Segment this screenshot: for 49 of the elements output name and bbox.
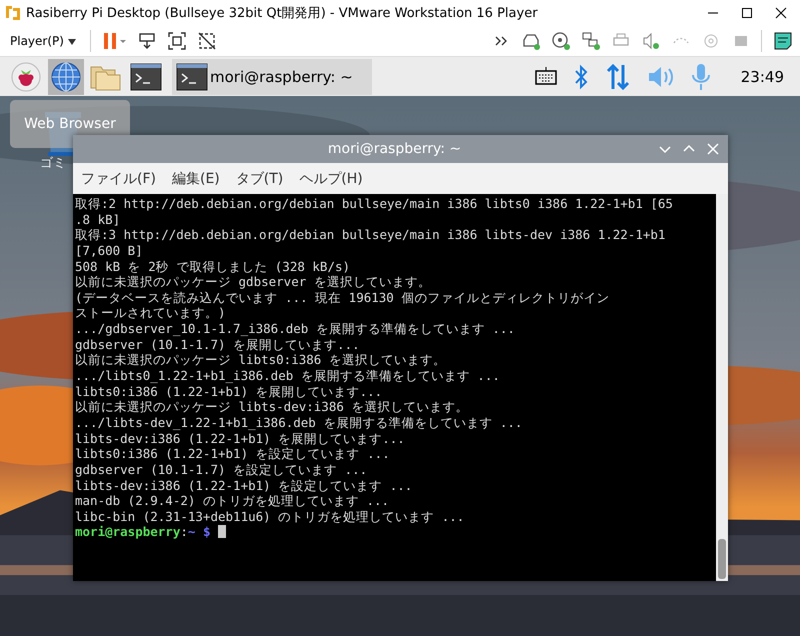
taskbar-window-button[interactable]: mori@raspberry: ~ [172,58,372,94]
clock[interactable]: 23:49 [740,68,784,86]
terminal-line: man-db (2.9.4-2) のトリガを処理しています ... [75,493,390,509]
notes-icon[interactable] [772,30,794,52]
terminal-title: mori@raspberry: ~ [328,141,462,157]
terminal-line: gdbserver (10.1-1.7) を設定しています ... [75,462,368,478]
globe-icon[interactable] [48,58,84,94]
terminal-line: [7,600 B] [75,242,144,259]
terminal-line: .../gdbserver_10.1-1.7_i386.deb を展開する準備をしています ... [75,321,516,337]
network-adapter-icon[interactable] [581,31,601,51]
send-keys-icon[interactable] [136,31,157,51]
scrollbar[interactable] [716,194,728,581]
terminal-line: 取得:3 http://deb.debian.org/debian bullseye/main i386 libts-dev i386 1.22-1+b1 [75,227,666,243]
bluetooth-icon[interactable] [572,64,589,90]
player-menu[interactable]: Player(P) [6,32,80,50]
terminal-icon [176,62,208,90]
vmware-logo-icon [4,4,22,22]
caret-icon [68,39,76,45]
fullscreen-icon[interactable] [166,31,187,51]
speaker-icon[interactable] [641,31,661,51]
terminal-line: 取得:2 http://deb.debian.org/debian bullseye/main i386 libts0 i386 1.22-1+b1 [65 [75,196,674,212]
network-arrows-icon[interactable] [604,62,631,90]
terminal-line: .../libts-dev_1.22-1+b1_i386.deb を展開する準備をしています ... [75,414,524,431]
menu-item[interactable]: 編集(E) [172,170,220,188]
menu-item[interactable]: タブ(T) [236,170,284,188]
window-title: Rasiberry Pi Desktop (Bullseye 32bit Qt開発用) - VMware Workstation 16 Player [26,5,538,22]
cd-drive-icon[interactable] [551,31,571,51]
terminal-line: 以前に未選択のパッケージ libts0:i386 を選択しています。 [75,352,447,368]
menu-item[interactable]: ヘルプ(H) [299,170,363,188]
close-icon[interactable] [774,6,788,20]
terminal-line: 以前に未選択のパッケージ libts-dev:i386 を選択しています。 [75,399,470,415]
menu-item[interactable]: ファイル(F) [81,170,156,188]
terminal-line: libts-dev:i386 (1.22-1+b1) を展開しています... [75,430,406,446]
unity-icon[interactable] [196,31,217,51]
terminal-line: 508 kB を 2秒 で取得しました (328 kB/s) [75,258,352,274]
terminal-line: 以前に未選択のパッケージ gdbserver を選択しています。 [75,274,432,290]
keyboard-icon[interactable] [534,66,557,86]
terminal-line: .../libts0_1.22-1+b1_i386.deb を展開する準備をしています ... [75,368,501,384]
icon-label: ゴミ [40,155,66,172]
terminal-line: libc-bin (2.31-13+deb11u6) のトリガを処理しています ... [75,508,466,524]
terminal-line: libts-dev:i386 (1.22-1+b1) を設定しています ... [75,478,414,494]
prompt-line: mori@raspberry:~ $ [75,524,716,540]
terminal-line: (データベースを読み込んでいます ... 現在 196130 個のファイルとディレクトリがイン [75,290,610,306]
maximize-icon[interactable] [740,6,754,20]
terminal-line: .8 kB] [75,212,122,228]
terminal-line: gdbserver (10.1-1.7) を展開しています... [75,336,361,352]
terminal-line: libts0:i386 (1.22-1+b1) を展開しています... [75,384,384,400]
terminal-line: ストールされています。) [75,305,227,322]
terminal-line: libts0:i386 (1.22-1+b1) を設定しています ... [75,446,391,462]
